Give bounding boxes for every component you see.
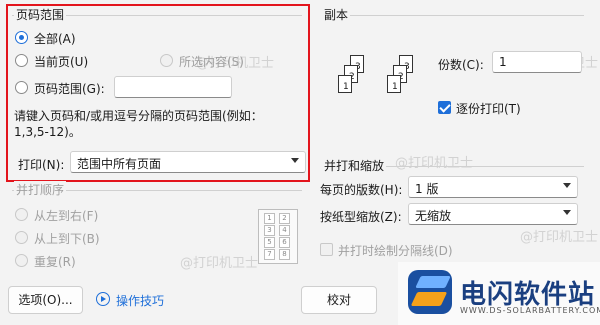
page-thumb: 1	[338, 75, 352, 93]
page-thumb: 1	[387, 75, 401, 93]
top-to-bottom-label[interactable]: 从上到下(B)	[34, 230, 100, 247]
collate-order-title: 并打顺序	[14, 181, 67, 198]
collate-label[interactable]: 逐份打印(T)	[456, 100, 521, 117]
scale-label: 按纸型缩放(Z):	[320, 210, 402, 224]
scale-select[interactable]: 无缩放	[408, 203, 578, 225]
zoom-title: 并打和缩放	[322, 157, 387, 174]
scale-value: 无缩放	[415, 209, 452, 223]
copies-group-line	[322, 15, 584, 16]
order-cell: 6	[279, 237, 290, 248]
draw-borders-label[interactable]: 并打时绘制分隔线(D)	[338, 242, 453, 259]
brand-overlay: 电闪软件站 WWW.DS-SOLARBATTERY.COM	[398, 262, 600, 325]
order-cell: 1	[264, 213, 275, 224]
left-to-right-radio[interactable]	[15, 208, 28, 221]
chevron-down-icon	[563, 210, 571, 215]
order-cell: 4	[279, 225, 290, 236]
repeat-label[interactable]: 重复(R)	[34, 253, 76, 270]
order-cell: 5	[264, 237, 275, 248]
draw-borders-checkbox[interactable]	[320, 243, 333, 256]
info-icon[interactable]	[96, 292, 110, 306]
order-cell: 8	[279, 249, 290, 260]
options-button[interactable]: 选项(O)...	[8, 286, 83, 314]
pages-per-sheet-value: 1 版	[415, 182, 439, 196]
chevron-down-icon	[563, 183, 571, 188]
highlight-box	[6, 4, 310, 182]
brand-url: WWW.DS-SOLARBATTERY.COM	[460, 306, 600, 315]
copies-title: 副本	[322, 6, 351, 23]
pages-per-sheet-select[interactable]: 1 版	[408, 176, 578, 198]
collate-order-preview: 1 2 3 4 5 6 7 8	[258, 209, 298, 264]
copies-label: 份数(C):	[438, 58, 484, 72]
collate-preview-stack-b: 3 2 1	[387, 55, 427, 110]
order-cell: 2	[279, 213, 290, 224]
watermark: @打印机卫士	[180, 256, 259, 271]
brand-logo-icon	[408, 270, 452, 314]
collate-preview-stack-a: 3 2 1	[338, 55, 378, 110]
top-to-bottom-radio[interactable]	[15, 231, 28, 244]
watermark: @打印机卫士	[395, 156, 474, 171]
collate-checkbox[interactable]	[438, 101, 451, 114]
pages-per-sheet-label: 每页的版数(H):	[320, 183, 403, 197]
left-to-right-label[interactable]: 从左到右(F)	[34, 207, 98, 224]
order-cell: 3	[264, 225, 275, 236]
proofread-button[interactable]: 校对	[301, 286, 377, 314]
order-cell: 7	[264, 249, 275, 260]
watermark: @打印机卫士	[520, 230, 599, 245]
copies-input[interactable]: 1	[492, 51, 582, 73]
repeat-radio[interactable]	[15, 254, 28, 267]
tips-link[interactable]: 操作技巧	[116, 292, 164, 309]
